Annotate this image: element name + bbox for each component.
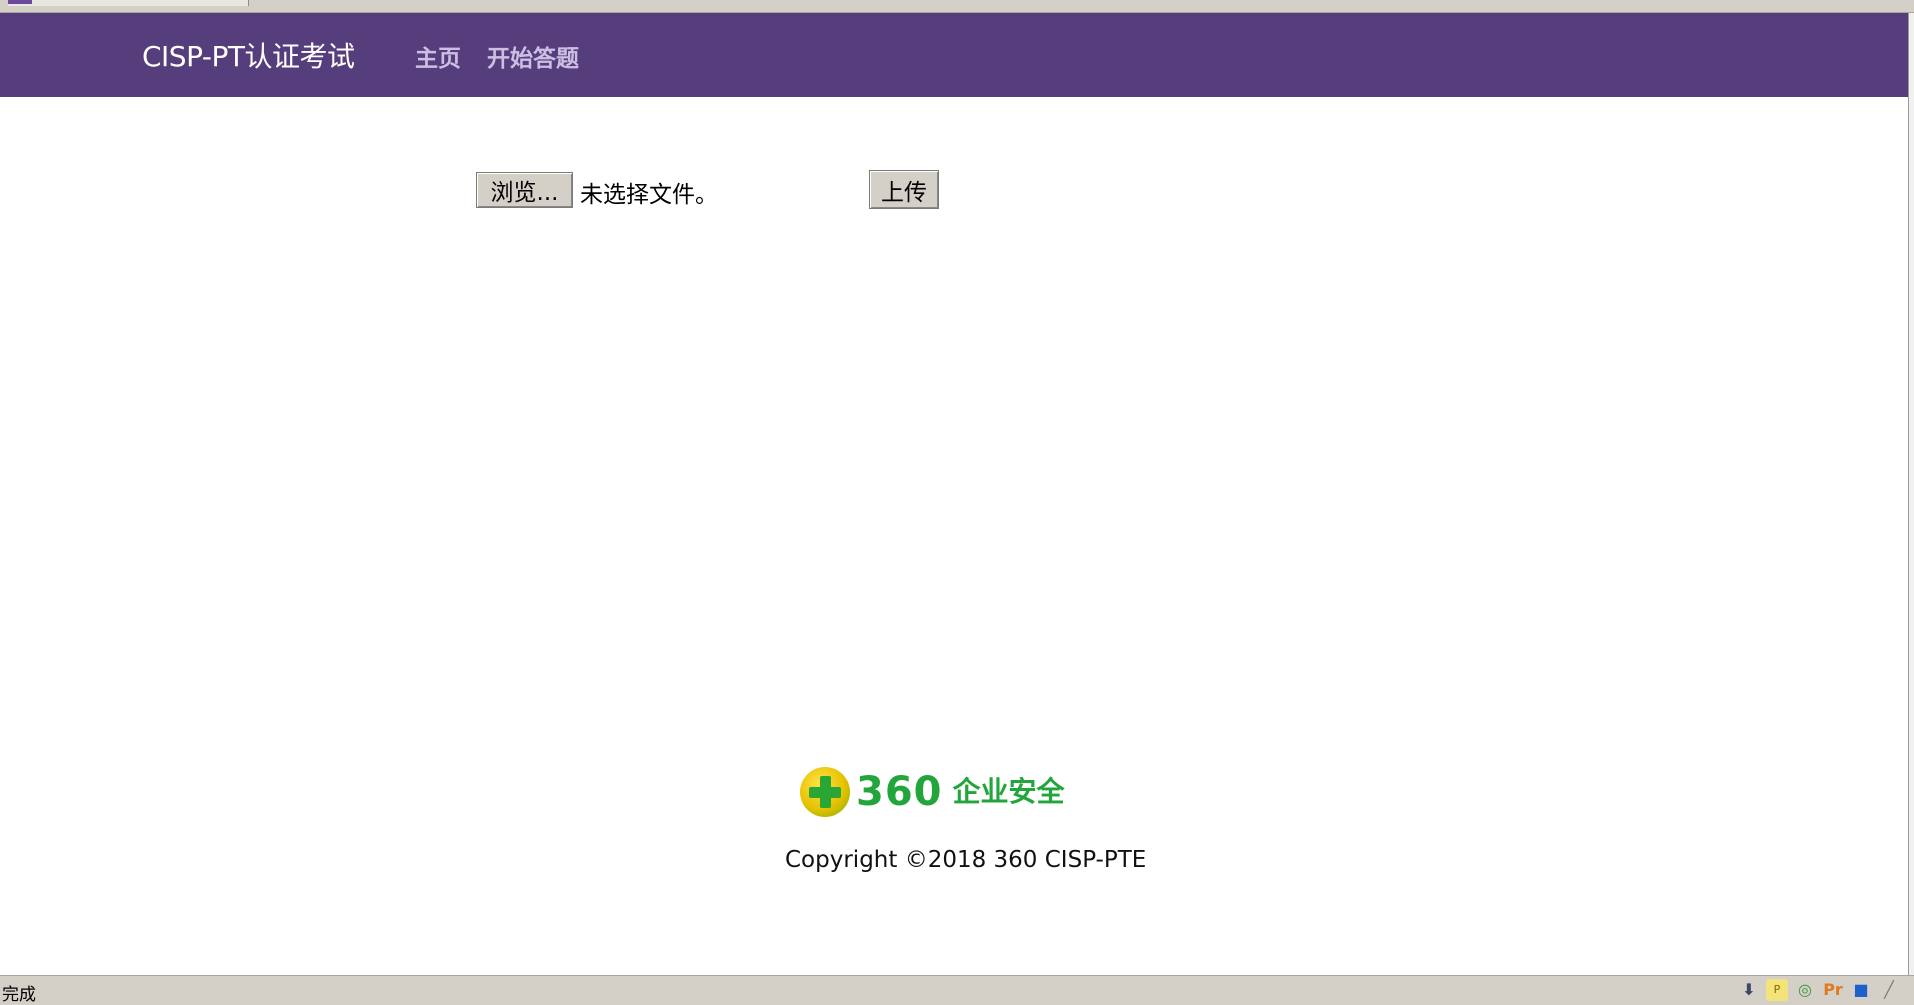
browser-tab-strip bbox=[0, 0, 1914, 13]
company-logo: 360 企业安全 bbox=[800, 765, 1105, 819]
download-arrow-icon[interactable]: ⬇ bbox=[1738, 979, 1760, 1001]
file-status-label: 未选择文件。 bbox=[580, 182, 718, 208]
nav-link-start-quiz[interactable]: 开始答题 bbox=[487, 39, 579, 73]
status-text: 完成 bbox=[2, 985, 36, 1005]
copyright-text: Copyright ©2018 360 CISP-PTE bbox=[785, 847, 1147, 873]
resize-grip-icon[interactable]: ╱ bbox=[1878, 979, 1900, 1001]
p-badge-icon[interactable]: P bbox=[1766, 979, 1788, 1001]
navbar: CISP-PT认证考试 主页 开始答题 bbox=[0, 13, 1908, 97]
upload-button[interactable]: 上传 bbox=[869, 170, 939, 209]
site-brand[interactable]: CISP-PT认证考试 bbox=[142, 35, 355, 75]
tab-favicon-icon bbox=[8, 0, 32, 4]
nav-link-home[interactable]: 主页 bbox=[415, 39, 461, 73]
logo-number: 360 bbox=[856, 769, 943, 815]
logo-text: 企业安全 bbox=[952, 775, 1065, 808]
status-tray: ⬇ P ◎ Pr ■ ╱ bbox=[1738, 978, 1900, 1002]
status-bar: 完成 ⬇ P ◎ Pr ■ ╱ bbox=[0, 975, 1914, 1005]
plus-shield-icon bbox=[800, 767, 850, 817]
flag-icon[interactable]: ■ bbox=[1850, 979, 1872, 1001]
pr-icon[interactable]: Pr bbox=[1822, 979, 1844, 1001]
browse-file-button[interactable]: 浏览... bbox=[476, 172, 573, 208]
scrollbar[interactable] bbox=[1908, 13, 1914, 975]
browser-tab[interactable] bbox=[8, 0, 249, 6]
globe-icon[interactable]: ◎ bbox=[1794, 979, 1816, 1001]
